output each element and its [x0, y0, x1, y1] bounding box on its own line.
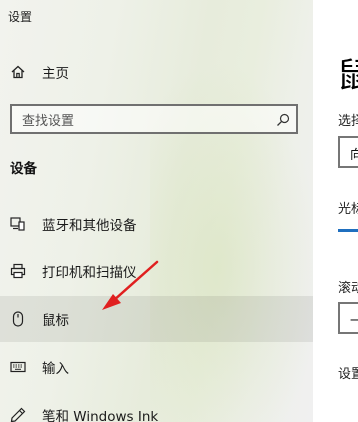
scroll-select[interactable]: 一 — [338, 302, 358, 334]
primary-button-select[interactable]: 向 — [338, 136, 358, 168]
setting-label-settings: 设置 — [338, 367, 358, 382]
cursor-speed-slider[interactable] — [338, 229, 358, 232]
annotation-arrow — [102, 260, 159, 310]
main-content: 鼠 选择 向 光标 滚动 一 设置 — [313, 0, 358, 422]
sidebar: 设置 主页 查找设置 设备 蓝牙和其他设备 打印机和扫描仪 鼠标 输入 笔和 W… — [0, 0, 313, 422]
page-title: 鼠 — [337, 56, 358, 96]
setting-label-primary-button: 选择 — [338, 114, 358, 129]
scroll-select-value: 一 — [350, 314, 358, 329]
primary-button-select-value: 向 — [350, 148, 358, 163]
setting-label-cursor-speed: 光标 — [338, 202, 358, 217]
setting-label-scroll: 滚动 — [338, 281, 358, 296]
